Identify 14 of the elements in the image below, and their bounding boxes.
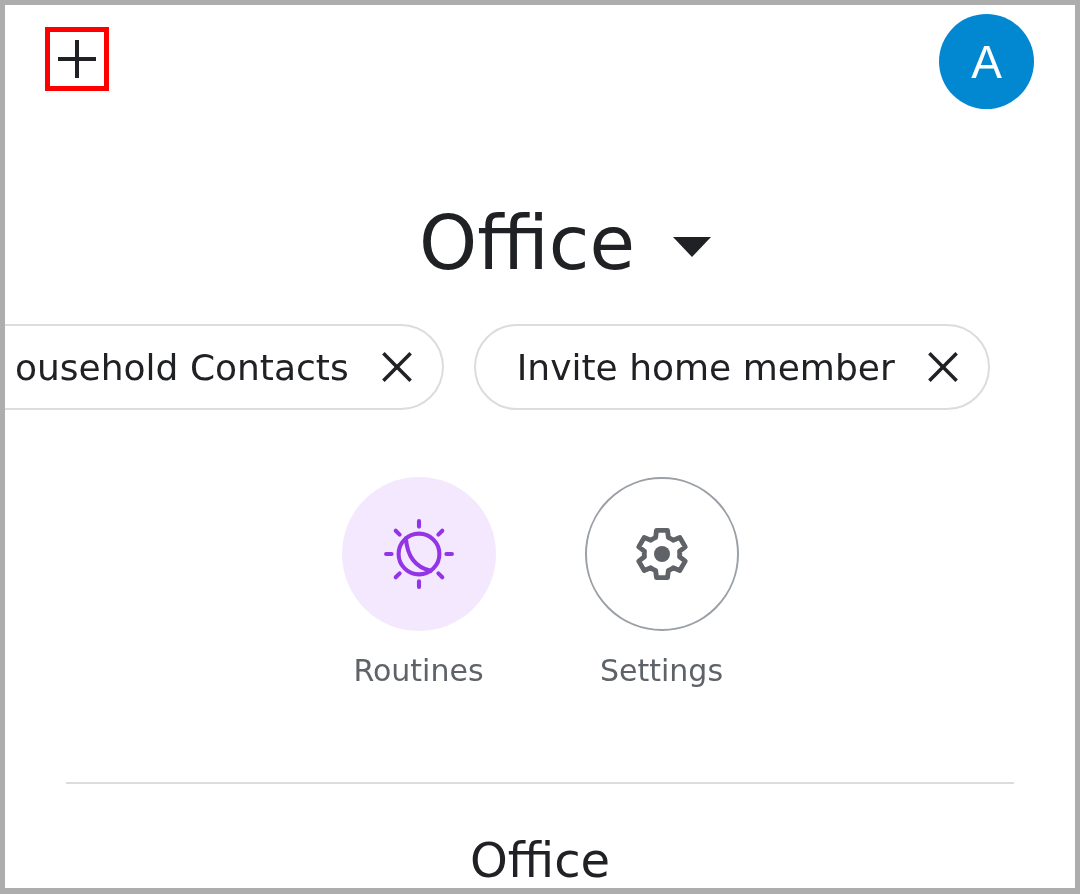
close-icon[interactable]	[381, 352, 412, 382]
sun-moon-icon	[381, 517, 456, 591]
plus-icon	[58, 40, 96, 78]
account-avatar[interactable]: A	[939, 14, 1034, 109]
close-icon[interactable]	[927, 352, 958, 382]
suggestion-chip[interactable]: Invite home member	[473, 324, 990, 410]
home-selector[interactable]: Office	[369, 206, 711, 280]
add-button[interactable]	[45, 27, 109, 91]
suggestion-chip[interactable]: ousehold Contacts	[5, 324, 444, 410]
settings-icon	[634, 527, 689, 581]
action-label: Settings	[599, 653, 723, 689]
action-label: Routines	[353, 653, 484, 689]
caret-icon	[673, 237, 711, 257]
section-title: Office	[468, 836, 612, 884]
